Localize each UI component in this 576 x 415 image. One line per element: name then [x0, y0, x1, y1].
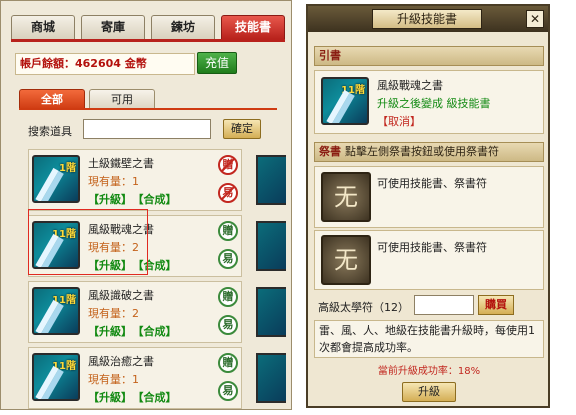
- skill-book-icon[interactable]: 11階: [321, 77, 369, 125]
- sacrifice-slot[interactable]: 无 可使用技能書、祭書符: [314, 166, 544, 228]
- upgrade-link[interactable]: 【升級】: [88, 325, 132, 338]
- section-title: 引書: [319, 49, 341, 62]
- charm-quantity-input[interactable]: [414, 295, 474, 315]
- trade-icon[interactable]: 易: [218, 183, 238, 203]
- section-header-book: 引書: [314, 46, 544, 66]
- gift-icon[interactable]: 贈: [218, 287, 238, 307]
- combine-link[interactable]: 【合成】: [138, 391, 177, 404]
- empty-slot-icon[interactable]: 无: [321, 172, 371, 222]
- next-column-item-icon[interactable]: [256, 221, 286, 271]
- shop-tabs: 商城 寄庫 鍊坊 技能書: [11, 15, 285, 39]
- trade-icon[interactable]: 易: [218, 381, 238, 401]
- recharge-button[interactable]: 充值: [197, 52, 237, 74]
- item-name: 土級鐵壁之書: [88, 157, 154, 170]
- book-name: 風級戰魂之書: [377, 79, 443, 92]
- item-quantity: 現有量：2: [88, 307, 139, 320]
- filter-tab-all[interactable]: 全部: [19, 89, 85, 109]
- section-header-sacrifice: 祭書 點擊左側祭書按鈕或使用祭書符: [314, 142, 544, 162]
- section-title: 祭書: [319, 145, 341, 158]
- search-label: 搜索道具: [28, 125, 72, 138]
- item-quantity: 現有量：1: [88, 373, 139, 386]
- level-badge: 1階: [59, 163, 76, 174]
- skill-book-icon[interactable]: 11階: [32, 287, 80, 335]
- filter-tabs: 全部 可用: [19, 89, 179, 109]
- gift-icon[interactable]: 贈: [218, 353, 238, 373]
- section-hint: 點擊左側祭書按鈕或使用祭書符: [345, 145, 499, 158]
- close-icon[interactable]: ✕: [526, 10, 544, 28]
- description-text: 雷、風、人、地級在技能書升級時，每使用1次都會提高成功率。: [314, 320, 544, 358]
- item-list: 1階 土級鐵壁之書 現有量：1 【升級】 【合成】 贈 易 11階 風級戰魂之書 …: [28, 149, 286, 409]
- next-column-item-icon[interactable]: [256, 353, 286, 403]
- filter-underline: [19, 108, 277, 110]
- skill-book-icon[interactable]: 1階: [32, 155, 80, 203]
- next-column-item-icon[interactable]: [256, 155, 286, 205]
- book-slot: 11階 風級戰魂之書 升級之後變成 級技能書 【取消】: [314, 70, 544, 134]
- tab-storage[interactable]: 寄庫: [81, 15, 145, 39]
- gift-icon[interactable]: 贈: [218, 221, 238, 241]
- item-name: 風級治癒之書: [88, 355, 154, 368]
- combine-link[interactable]: 【合成】: [138, 193, 177, 206]
- tab-skill-books[interactable]: 技能書: [221, 15, 285, 39]
- cancel-link[interactable]: 【取消】: [377, 113, 421, 129]
- tab-underline: [11, 39, 285, 42]
- search-input[interactable]: [83, 119, 211, 139]
- trade-icon[interactable]: 易: [218, 315, 238, 335]
- charm-label: 高級太學符（12）: [318, 301, 409, 314]
- combine-link[interactable]: 【合成】: [138, 325, 177, 338]
- shop-panel: 商城 寄庫 鍊坊 技能書 帳戶餘額：462604 金幣 充值 全部 可用 搜索道…: [0, 0, 292, 410]
- account-balance: 帳戶餘額：462604 金幣: [15, 53, 195, 75]
- list-item: 11階 風級治癒之書 現有量：1 【升級】 【合成】 贈 易: [28, 347, 286, 409]
- buy-button[interactable]: 購買: [478, 295, 514, 315]
- success-rate: 當前升級成功率：18%: [377, 366, 481, 377]
- list-item: 1階 土級鐵壁之書 現有量：1 【升級】 【合成】 贈 易: [28, 149, 286, 211]
- upgrade-result-text: 升級之後變成 級技能書: [377, 97, 491, 110]
- next-column-item-icon[interactable]: [256, 287, 286, 337]
- dialog-titlebar: 升級技能書 ✕: [308, 6, 548, 32]
- upgrade-link[interactable]: 【升級】: [88, 193, 132, 206]
- upgrade-button[interactable]: 升級: [402, 382, 456, 402]
- gift-icon[interactable]: 贈: [218, 155, 238, 175]
- filter-tab-usable[interactable]: 可用: [89, 89, 155, 109]
- sacrifice-slot[interactable]: 无 可使用技能書、祭書符: [314, 230, 544, 290]
- slot-hint: 可使用技能書、祭書符: [377, 241, 487, 254]
- selection-highlight: [28, 209, 148, 275]
- tab-mall[interactable]: 商城: [11, 15, 75, 39]
- upgrade-dialog: 升級技能書 ✕ 引書 11階 風級戰魂之書 升級之後變成 級技能書 【取消】 祭…: [306, 4, 550, 408]
- slot-hint: 可使用技能書、祭書符: [377, 177, 487, 190]
- tab-forge[interactable]: 鍊坊: [151, 15, 215, 39]
- skill-book-icon[interactable]: 11階: [32, 353, 80, 401]
- dialog-title: 升級技能書: [372, 9, 482, 29]
- item-quantity: 現有量：1: [88, 175, 139, 188]
- item-name: 風級識破之書: [88, 289, 154, 302]
- trade-icon[interactable]: 易: [218, 249, 238, 269]
- upgrade-link[interactable]: 【升級】: [88, 391, 132, 404]
- list-item: 11階 風級識破之書 現有量：2 【升級】 【合成】 贈 易: [28, 281, 286, 343]
- empty-slot-icon[interactable]: 无: [321, 235, 371, 285]
- search-confirm-button[interactable]: 確定: [223, 119, 261, 139]
